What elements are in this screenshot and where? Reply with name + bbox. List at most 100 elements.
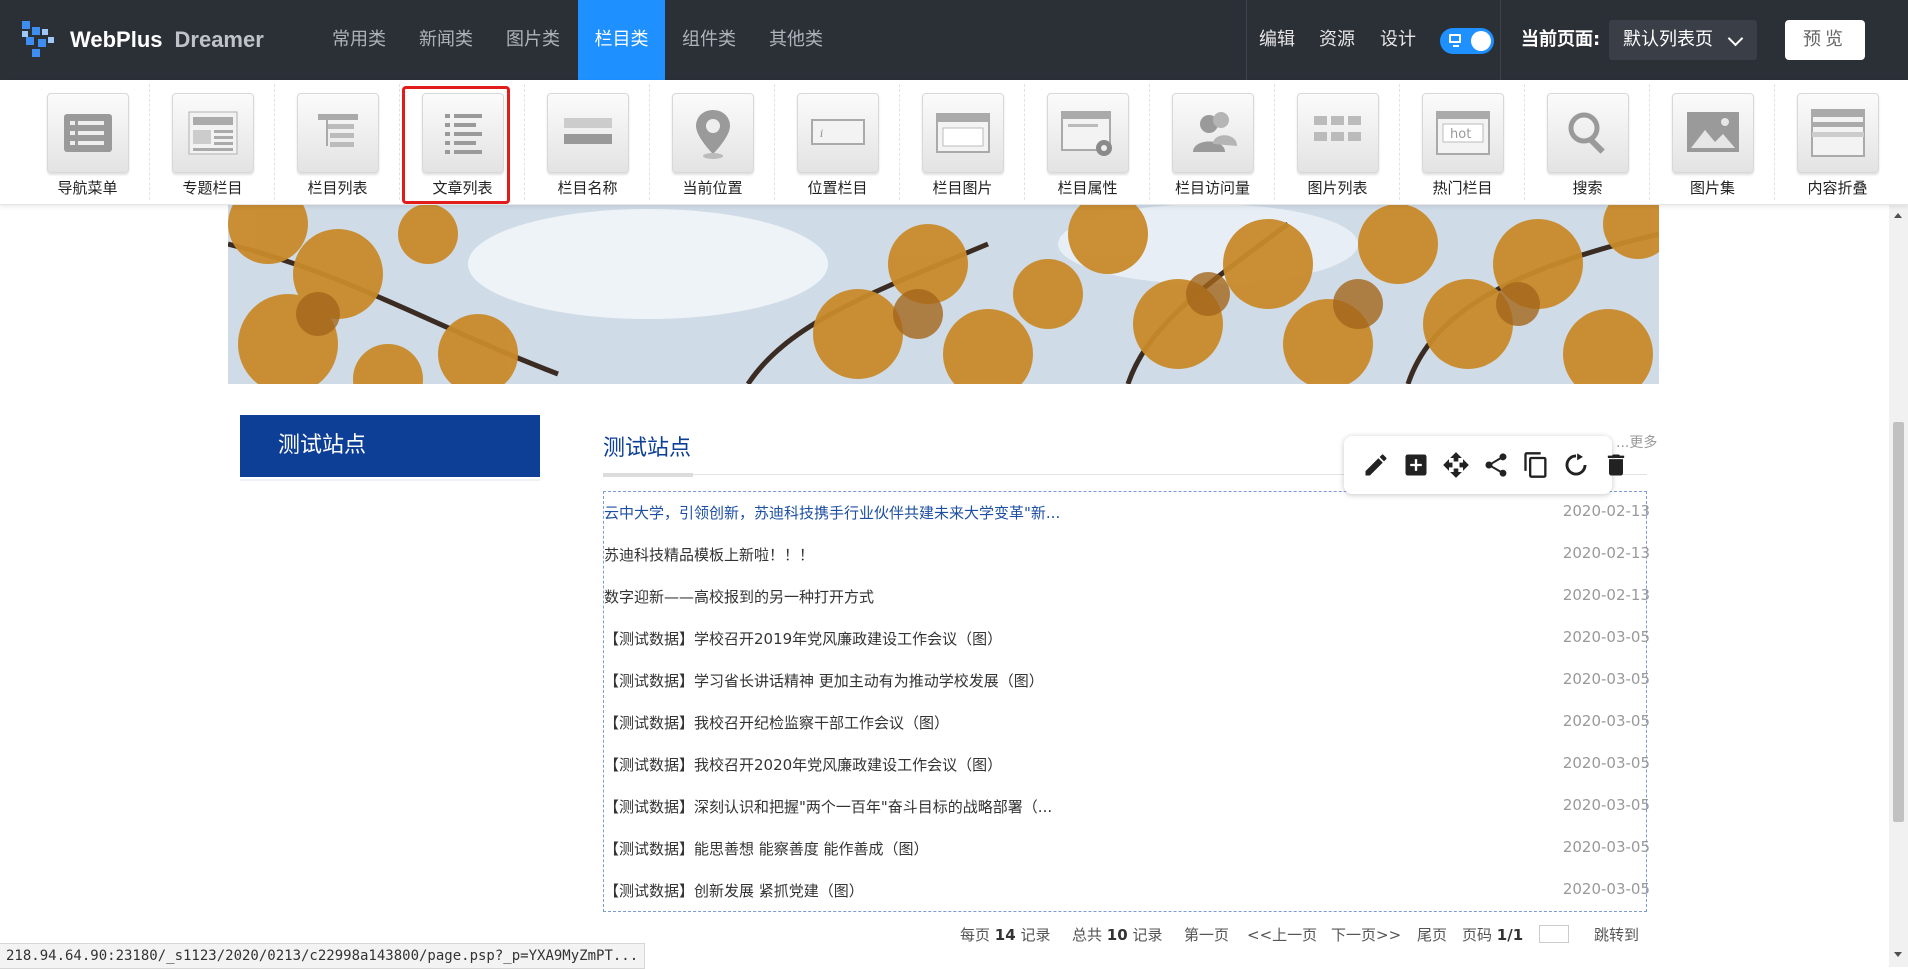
current-page-select[interactable]: 默认列表页: [1609, 20, 1757, 60]
article-title[interactable]: 【测试数据】我校召开2020年党风廉政建设工作会议（图）: [604, 754, 1002, 775]
component-label: 专题栏目: [182, 179, 243, 197]
article-title[interactable]: 【测试数据】能思善想 能察善度 能作善成（图）: [604, 838, 929, 859]
article-list: 云中大学，引领创新，苏迪科技携手行业伙伴共建未来大学变革"新... 2020-0…: [603, 491, 1650, 912]
article-title[interactable]: 【测试数据】学校召开2019年党风廉政建设工作会议（图）: [604, 628, 1002, 649]
component-image-list[interactable]: 图片列表: [1275, 80, 1400, 204]
component-label: 内容折叠: [1807, 179, 1868, 197]
pager-per-page: 每页 14 记录: [960, 924, 1050, 945]
pager-prev[interactable]: <<上一页: [1247, 924, 1317, 945]
article-date: 2020-03-05: [1562, 880, 1650, 898]
component-label: 栏目名称: [557, 179, 618, 197]
list-item[interactable]: 【测试数据】能思善想 能察善度 能作善成（图） 2020-03-05: [604, 828, 1650, 870]
delete-icon[interactable]: [1602, 451, 1630, 479]
location-pin-icon: [695, 110, 730, 159]
component-content-collapse[interactable]: 内容折叠: [1775, 80, 1900, 204]
svg-text:hot: hot: [1450, 127, 1471, 142]
element-action-bar: [1344, 436, 1612, 494]
monitor-icon: [1449, 34, 1461, 47]
list-item[interactable]: 云中大学，引领创新，苏迪科技携手行业伙伴共建未来大学变革"新... 2020-0…: [604, 492, 1650, 534]
content-collapse-icon: [1810, 109, 1865, 157]
tab-components[interactable]: 组件类: [666, 0, 752, 80]
pager-value: 1/1: [1496, 926, 1524, 944]
pager-last[interactable]: 尾页: [1417, 924, 1447, 945]
page-scrollbar[interactable]: [1889, 204, 1908, 967]
share-icon[interactable]: [1482, 451, 1510, 479]
top-divider: [1246, 0, 1247, 80]
list-item[interactable]: 【测试数据】我校召开2020年党风廉政建设工作会议（图） 2020-03-05: [604, 744, 1650, 786]
position-column-icon: i: [810, 119, 865, 145]
article-title[interactable]: 【测试数据】学习省长讲话精神 更加主动有为推动学校发展（图）: [604, 670, 1044, 691]
component-label: 栏目图片: [932, 179, 993, 197]
component-column-image[interactable]: 栏目图片: [900, 80, 1025, 204]
component-gallery[interactable]: 图片集: [1650, 80, 1775, 204]
tab-other[interactable]: 其他类: [753, 0, 839, 80]
component-current-location[interactable]: 当前位置: [650, 80, 775, 204]
pager-goto[interactable]: 跳转到: [1594, 924, 1639, 945]
pager-value: 10: [1106, 926, 1128, 944]
image-list-icon: [1313, 116, 1361, 141]
article-date: 2020-02-13: [1562, 502, 1650, 520]
pager-first[interactable]: 第一页: [1184, 924, 1229, 945]
component-hot-column[interactable]: hot 热门栏目: [1400, 80, 1525, 204]
device-mode-toggle[interactable]: [1440, 28, 1494, 54]
article-title[interactable]: 云中大学，引领创新，苏迪科技携手行业伙伴共建未来大学变革"新...: [604, 502, 1060, 523]
list-item[interactable]: 苏迪科技精品模板上新啦！！！ 2020-02-13: [604, 534, 1650, 576]
add-icon[interactable]: [1402, 451, 1430, 479]
article-title[interactable]: 【测试数据】深刻认识和把握"两个一百年"奋斗目标的战略部署（...: [604, 796, 1052, 817]
component-label: 栏目属性: [1057, 179, 1118, 197]
current-page-label: 当前页面:: [1521, 29, 1601, 50]
component-column-name[interactable]: 栏目名称: [525, 80, 650, 204]
pager-label: 记录: [1020, 926, 1051, 944]
component-column-visits[interactable]: 栏目访问量: [1150, 80, 1275, 204]
tab-images[interactable]: 图片类: [490, 0, 576, 80]
scroll-thumb[interactable]: [1893, 422, 1904, 822]
banner-image: [228, 204, 1659, 384]
logo-sub-text: Dreamer: [174, 27, 264, 52]
tab-news[interactable]: 新闻类: [403, 0, 489, 80]
copy-icon[interactable]: [1522, 451, 1550, 479]
list-item[interactable]: 【测试数据】深刻认识和把握"两个一百年"奋斗目标的战略部署（... 2020-0…: [604, 786, 1650, 828]
tab-columns[interactable]: 栏目类: [578, 0, 665, 80]
component-column-list[interactable]: 栏目列表: [275, 80, 400, 204]
refresh-icon[interactable]: [1562, 451, 1590, 479]
list-item[interactable]: 【测试数据】学习省长讲话精神 更加主动有为推动学校发展（图） 2020-03-0…: [604, 660, 1650, 702]
move-icon[interactable]: [1442, 451, 1470, 479]
component-article-list[interactable]: 文章列表: [400, 80, 525, 204]
tab-common[interactable]: 常用类: [316, 0, 402, 80]
component-label: 图片列表: [1307, 179, 1368, 197]
article-title[interactable]: 苏迪科技精品模板上新啦！！！: [604, 544, 814, 565]
design-link[interactable]: 设计: [1380, 0, 1416, 80]
scroll-down-icon[interactable]: [1894, 952, 1902, 957]
preview-button[interactable]: 预览: [1785, 20, 1865, 60]
scroll-up-icon[interactable]: [1894, 213, 1902, 218]
page-jump-input[interactable]: [1539, 925, 1569, 943]
current-page-value: 默认列表页: [1623, 29, 1713, 50]
component-column-settings[interactable]: 栏目属性: [1025, 80, 1150, 204]
hot-column-icon: hot: [1435, 111, 1490, 155]
article-title[interactable]: 【测试数据】创新发展 紧抓党建（图）: [604, 880, 864, 901]
component-position-column[interactable]: i 位置栏目: [775, 80, 900, 204]
list-item[interactable]: 数字迎新——高校报到的另一种打开方式 2020-02-13: [604, 576, 1650, 618]
list-item[interactable]: 【测试数据】学校召开2019年党风廉政建设工作会议（图） 2020-03-05: [604, 618, 1650, 660]
logo-main-text: WebPlus: [70, 27, 163, 52]
component-label: 图片集: [1689, 179, 1735, 197]
component-topic-column[interactable]: 专题栏目: [150, 80, 275, 204]
pager-next[interactable]: 下一页>>: [1331, 924, 1401, 945]
more-link[interactable]: ...更多: [1616, 432, 1657, 452]
component-label: 当前位置: [682, 179, 743, 197]
list-item[interactable]: 【测试数据】创新发展 紧抓党建（图） 2020-03-05: [604, 870, 1650, 912]
component-nav-menu[interactable]: 导航菜单: [25, 80, 150, 204]
resources-link[interactable]: 资源: [1319, 0, 1355, 80]
title-accent: [603, 473, 693, 477]
sidebar-title[interactable]: 测试站点: [240, 415, 540, 477]
article-title[interactable]: 【测试数据】我校召开纪检监察干部工作会议（图）: [604, 712, 949, 733]
component-search[interactable]: 搜索: [1525, 80, 1650, 204]
list-item[interactable]: 【测试数据】我校召开纪检监察干部工作会议（图） 2020-03-05: [604, 702, 1650, 744]
article-date: 2020-03-05: [1562, 754, 1650, 772]
main-title: 测试站点: [603, 436, 692, 461]
edit-icon[interactable]: [1362, 451, 1390, 479]
article-title[interactable]: 数字迎新——高校报到的另一种打开方式: [604, 586, 874, 607]
edit-link[interactable]: 编辑: [1259, 0, 1295, 80]
search-icon: [1568, 112, 1605, 154]
logo-mark-icon: [18, 17, 64, 63]
